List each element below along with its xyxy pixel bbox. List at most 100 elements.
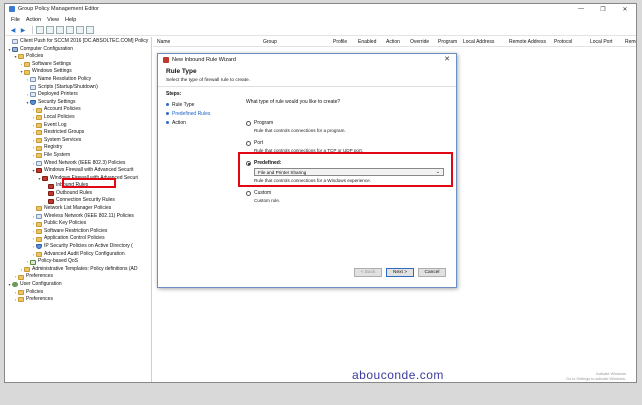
step-action[interactable]: Action xyxy=(166,118,238,127)
app-icon xyxy=(9,6,15,12)
wizard-steps: Steps: Rule Type Predefined Rules Action xyxy=(166,91,238,127)
tree-node[interactable]: ▾ Computer Configuration xyxy=(5,46,151,54)
tree-node[interactable]: › Software Settings xyxy=(5,61,151,69)
program-label[interactable]: Program xyxy=(254,120,273,126)
tree-node[interactable]: › System Services xyxy=(5,137,151,145)
tree-node[interactable]: Connection Security Rules xyxy=(5,197,151,205)
tree-node[interactable]: ▾ User Configuration xyxy=(5,281,151,289)
tree-node-label: Windows Settings xyxy=(32,68,72,75)
doc-icon xyxy=(12,39,18,45)
menu-help[interactable]: Help xyxy=(65,17,76,23)
tree-node[interactable]: › Deployed Printers xyxy=(5,91,151,99)
tree-node[interactable]: › Restricted Groups xyxy=(5,129,151,137)
column-header[interactable]: Group xyxy=(263,39,277,45)
tree-node[interactable]: › Event Log xyxy=(5,122,151,130)
tree-node[interactable]: › Software Restriction Policies xyxy=(5,228,151,236)
tree-node[interactable]: › Advanced Audit Policy Configuration xyxy=(5,251,151,259)
column-header[interactable]: Action xyxy=(386,39,400,45)
fw-icon xyxy=(48,198,54,204)
column-header[interactable]: Remo xyxy=(625,39,636,45)
column-header[interactable]: Program xyxy=(438,39,457,45)
step-label: Action xyxy=(172,119,186,126)
back-arrow-icon[interactable]: ◀ xyxy=(9,26,17,34)
step-rule-type: Rule Type xyxy=(166,100,238,109)
cancel-button[interactable]: Cancel xyxy=(418,268,446,277)
tree-node-label: Computer Configuration xyxy=(20,45,74,52)
column-header[interactable]: Profile xyxy=(333,39,347,45)
forward-arrow-icon[interactable]: ▶ xyxy=(19,26,27,34)
fw-icon xyxy=(36,168,42,174)
column-header[interactable]: Protocol xyxy=(554,39,572,45)
tree-node[interactable]: › Policy-based QoS xyxy=(5,258,151,266)
folder-icon xyxy=(36,107,42,113)
column-header[interactable]: Remote Address xyxy=(509,39,546,45)
properties-icon[interactable] xyxy=(66,26,74,34)
step-predefined-rules[interactable]: Predefined Rules xyxy=(166,109,238,118)
help-icon[interactable] xyxy=(76,26,84,34)
column-header[interactable]: Enabled xyxy=(358,39,376,45)
tree-node[interactable]: › Preferences xyxy=(5,296,151,304)
menu-file[interactable]: File xyxy=(11,17,20,23)
shield-icon xyxy=(36,244,42,250)
maximize-button[interactable]: ❐ xyxy=(592,4,614,14)
tree-node[interactable]: › File System xyxy=(5,152,151,160)
column-header[interactable]: Name xyxy=(157,39,170,45)
tree-node[interactable]: ▾ Security Settings xyxy=(5,99,151,107)
bullet-icon xyxy=(166,121,169,124)
tree-node[interactable]: › IP Security Policies on Active Director… xyxy=(5,243,151,251)
column-header[interactable]: Local Port xyxy=(590,39,613,45)
custom-radio[interactable] xyxy=(246,190,251,196)
tree-node[interactable]: › Name Resolution Policy xyxy=(5,76,151,84)
tree-node-label: Security Settings xyxy=(38,98,76,105)
tree-node[interactable]: › Wireless Network (IEEE 802.11) Policies xyxy=(5,213,151,221)
export-list-icon[interactable] xyxy=(56,26,64,34)
show-hide-tree-icon[interactable] xyxy=(46,26,54,34)
tree-node[interactable]: Outbound Rules xyxy=(5,190,151,198)
doc-icon xyxy=(30,77,36,83)
doc-icon xyxy=(36,213,42,219)
tree-node[interactable]: › Application Control Policies xyxy=(5,235,151,243)
wizard-heading: Rule Type xyxy=(166,68,197,75)
tree-node[interactable]: ▾ Windows Firewall with Advanced Securit xyxy=(5,167,151,175)
tree-node-label: Account Policies xyxy=(44,106,81,113)
toolbar: ◀ ▶ xyxy=(5,25,636,36)
tree-node[interactable]: Client Push for SCCM 2016 [DC.ABSOLTEC.C… xyxy=(5,38,151,46)
tree-node[interactable]: ▾ Policies xyxy=(5,53,151,61)
close-window-button[interactable]: ✕ xyxy=(614,4,636,14)
tree-node[interactable]: › Administrative Templates: Policy defini… xyxy=(5,266,151,274)
tree-node[interactable]: ▾ Windows Settings xyxy=(5,68,151,76)
port-radio[interactable] xyxy=(246,140,251,146)
custom-label[interactable]: Custom xyxy=(254,190,271,196)
column-header[interactable]: Local Address xyxy=(463,39,494,45)
chart-icon xyxy=(30,259,36,265)
close-icon[interactable]: ✕ xyxy=(444,55,450,63)
next-button[interactable]: Next > xyxy=(386,268,414,277)
activate-windows-notice: Activate Windows Go to Settings to activ… xyxy=(566,372,626,381)
back-button[interactable]: < Back xyxy=(354,268,382,277)
doc-icon xyxy=(36,160,42,166)
tree-node[interactable]: › Account Policies xyxy=(5,106,151,114)
window-title: Group Policy Management Editor xyxy=(18,6,100,12)
rule-type-question: What type of rule would you like to crea… xyxy=(246,99,341,105)
folder-icon xyxy=(18,289,24,295)
tree-node[interactable]: › Registry xyxy=(5,144,151,152)
tree-node[interactable]: › Local Policies xyxy=(5,114,151,122)
tree-node[interactable]: › Policies xyxy=(5,289,151,297)
tree-node-label: Local Policies xyxy=(44,113,75,120)
port-label[interactable]: Port xyxy=(254,140,263,146)
comp-icon xyxy=(12,46,18,52)
tree-node[interactable]: Network List Manager Policies xyxy=(5,205,151,213)
filter-icon[interactable] xyxy=(86,26,94,34)
column-header[interactable]: Override xyxy=(410,39,429,45)
tree-node[interactable]: › Public Key Policies xyxy=(5,220,151,228)
menu-action[interactable]: Action xyxy=(26,17,41,23)
bullet-icon xyxy=(166,103,169,106)
tree-node[interactable]: Scripts (Startup/Shutdown) xyxy=(5,84,151,92)
program-radio[interactable] xyxy=(246,120,251,126)
tree-node[interactable]: › Preferences xyxy=(5,273,151,281)
tree-node[interactable]: › Wired Network (IEEE 802.3) Policies xyxy=(5,160,151,168)
fw-icon xyxy=(48,191,54,197)
menu-view[interactable]: View xyxy=(47,17,59,23)
minimize-button[interactable]: — xyxy=(570,4,592,14)
up-folder-icon[interactable] xyxy=(36,26,44,34)
